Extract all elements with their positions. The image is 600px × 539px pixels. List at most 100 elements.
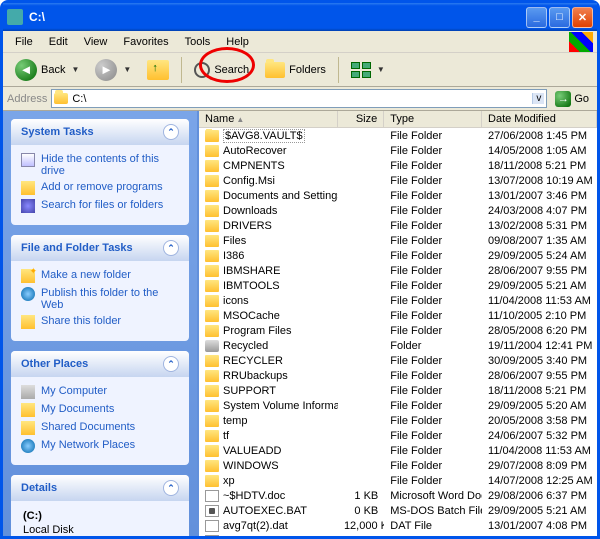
menu-view[interactable]: View	[76, 34, 116, 50]
go-button[interactable]: → Go	[551, 90, 593, 108]
file-type: Folder	[384, 340, 482, 352]
table-row[interactable]: I386File Folder29/09/2005 5:24 AM	[199, 248, 597, 263]
folder-icon	[205, 445, 219, 457]
menu-tools[interactable]: Tools	[177, 34, 219, 50]
task-label: Search for files or folders	[41, 199, 163, 211]
address-field[interactable]: C:\ v	[51, 89, 547, 108]
task-new-folder[interactable]: Make a new folder	[21, 267, 179, 285]
table-row[interactable]: ~$HDTV.doc1 KBMicrosoft Word Doc...29/08…	[199, 488, 597, 503]
file-date: 13/07/2008 10:19 AM	[482, 175, 597, 187]
views-dropdown-icon[interactable]: ▼	[377, 65, 385, 74]
table-row[interactable]: MSOCacheFile Folder11/10/2005 2:10 PM	[199, 308, 597, 323]
folders-button[interactable]: Folders	[259, 60, 332, 80]
folder-icon	[205, 130, 219, 142]
file-name: WINDOWS	[223, 460, 279, 472]
addressbar: Address C:\ v → Go	[3, 87, 597, 111]
file-size: 0 KB	[338, 505, 384, 517]
col-size-header[interactable]: Size	[338, 111, 384, 127]
file-type: File Folder	[384, 160, 482, 172]
views-button[interactable]: ▼	[345, 60, 391, 80]
close-button[interactable]: ✕	[572, 7, 593, 28]
table-row[interactable]: FilesFile Folder09/08/2007 1:35 AM	[199, 233, 597, 248]
address-dropdown-icon[interactable]: v	[532, 93, 544, 104]
table-row[interactable]: CMPNENTSFile Folder18/11/2008 5:21 PM	[199, 158, 597, 173]
collapse-icon[interactable]: ⌃	[163, 356, 179, 372]
search-button[interactable]: Search	[188, 60, 255, 80]
file-type: File Folder	[384, 430, 482, 442]
system-tasks-header[interactable]: System Tasks ⌃	[11, 119, 189, 145]
table-row[interactable]: tfFile Folder24/06/2007 5:32 PM	[199, 428, 597, 443]
col-date-header[interactable]: Date Modified	[482, 111, 597, 127]
table-row[interactable]: iconsFile Folder11/04/2008 11:53 AM	[199, 293, 597, 308]
table-row[interactable]: System Volume InformationFile Folder29/0…	[199, 398, 597, 413]
task-shared-docs[interactable]: Shared Documents	[21, 419, 179, 437]
details-header[interactable]: Details ⌃	[11, 475, 189, 501]
forward-button[interactable]: ► ▼	[89, 57, 137, 83]
file-name: tf	[223, 430, 229, 442]
task-my-documents[interactable]: My Documents	[21, 401, 179, 419]
table-row[interactable]: $AVG8.VAULT$File Folder27/06/2008 1:45 P…	[199, 128, 597, 143]
table-row[interactable]: DRIVERSFile Folder13/02/2008 5:31 PM	[199, 218, 597, 233]
back-button[interactable]: ◄ Back ▼	[9, 57, 85, 83]
table-row[interactable]: RecycledFolder19/11/2004 12:41 PM	[199, 338, 597, 353]
table-row[interactable]: IBMSHAREFile Folder28/06/2007 9:55 PM	[199, 263, 597, 278]
table-row[interactable]: Program FilesFile Folder28/05/2008 6:20 …	[199, 323, 597, 338]
fwd-dropdown-icon[interactable]: ▼	[123, 65, 131, 74]
collapse-icon[interactable]: ⌃	[163, 480, 179, 496]
table-row[interactable]: AUTOEXEC.BAT0 KBMS-DOS Batch File29/09/2…	[199, 503, 597, 518]
file-name: VALUEADD	[223, 445, 281, 457]
folder-icon	[205, 310, 219, 322]
table-row[interactable]: DownloadsFile Folder24/03/2008 4:07 PM	[199, 203, 597, 218]
task-hide-contents[interactable]: Hide the contents of this drive	[21, 151, 179, 179]
menu-edit[interactable]: Edit	[41, 34, 76, 50]
task-network-places[interactable]: My Network Places	[21, 437, 179, 455]
col-name-header[interactable]: Name ▲	[199, 111, 338, 127]
menu-help[interactable]: Help	[218, 34, 257, 50]
minimize-button[interactable]: _	[526, 7, 547, 28]
folder-icon	[205, 250, 219, 262]
table-row[interactable]: BOOT.INI1 KBConfiguration Settings29/09/…	[199, 533, 597, 536]
file-type: File Folder	[384, 400, 482, 412]
menu-favorites[interactable]: Favorites	[115, 34, 176, 50]
table-row[interactable]: RRUbackupsFile Folder28/06/2007 9:55 PM	[199, 368, 597, 383]
task-search[interactable]: Search for files or folders	[21, 197, 179, 215]
share-icon	[21, 315, 35, 329]
col-type-header[interactable]: Type	[384, 111, 482, 127]
search-label: Search	[214, 64, 249, 76]
back-dropdown-icon[interactable]: ▼	[71, 65, 79, 74]
menu-file[interactable]: File	[7, 34, 41, 50]
other-places-header[interactable]: Other Places ⌃	[11, 351, 189, 377]
table-row[interactable]: RECYCLERFile Folder30/09/2005 3:40 PM	[199, 353, 597, 368]
table-row[interactable]: Config.MsiFile Folder13/07/2008 10:19 AM	[199, 173, 597, 188]
up-button[interactable]	[141, 58, 175, 82]
table-row[interactable]: tempFile Folder20/05/2008 3:58 PM	[199, 413, 597, 428]
file-name: Config.Msi	[223, 175, 275, 187]
file-date: 29/09/2005 5:21 AM	[482, 505, 597, 517]
collapse-icon[interactable]: ⌃	[163, 240, 179, 256]
file-type: File Folder	[384, 445, 482, 457]
file-folder-header[interactable]: File and Folder Tasks ⌃	[11, 235, 189, 261]
shared-docs-icon	[21, 421, 35, 435]
table-row[interactable]: VALUEADDFile Folder11/04/2008 11:53 AM	[199, 443, 597, 458]
table-row[interactable]: AutoRecoverFile Folder14/05/2008 1:05 AM	[199, 143, 597, 158]
task-publish[interactable]: Publish this folder to the Web	[21, 285, 179, 313]
task-add-remove[interactable]: Add or remove programs	[21, 179, 179, 197]
table-row[interactable]: IBMTOOLSFile Folder29/09/2005 5:21 AM	[199, 278, 597, 293]
file-type: MS-DOS Batch File	[384, 505, 482, 517]
file-name: RECYCLER	[223, 355, 283, 367]
address-label: Address	[7, 93, 47, 105]
table-row[interactable]: SUPPORTFile Folder18/11/2008 5:21 PM	[199, 383, 597, 398]
table-row[interactable]: xpFile Folder14/07/2008 12:25 AM	[199, 473, 597, 488]
add-remove-icon	[21, 181, 35, 195]
table-row[interactable]: Documents and SettingsFile Folder13/01/2…	[199, 188, 597, 203]
task-share[interactable]: Share this folder	[21, 313, 179, 331]
details-name: (C:)	[23, 509, 177, 523]
collapse-icon[interactable]: ⌃	[163, 124, 179, 140]
maximize-button[interactable]: □	[549, 7, 570, 28]
table-row[interactable]: avg7qt(2).dat12,000 KBDAT File13/01/2007…	[199, 518, 597, 533]
table-row[interactable]: WINDOWSFile Folder29/07/2008 8:09 PM	[199, 458, 597, 473]
file-list[interactable]: Name ▲ Size Type Date Modified $AVG8.VAU…	[197, 111, 597, 536]
computer-icon	[21, 385, 35, 399]
task-my-computer[interactable]: My Computer	[21, 383, 179, 401]
titlebar[interactable]: C:\ _ □ ✕	[3, 3, 597, 31]
